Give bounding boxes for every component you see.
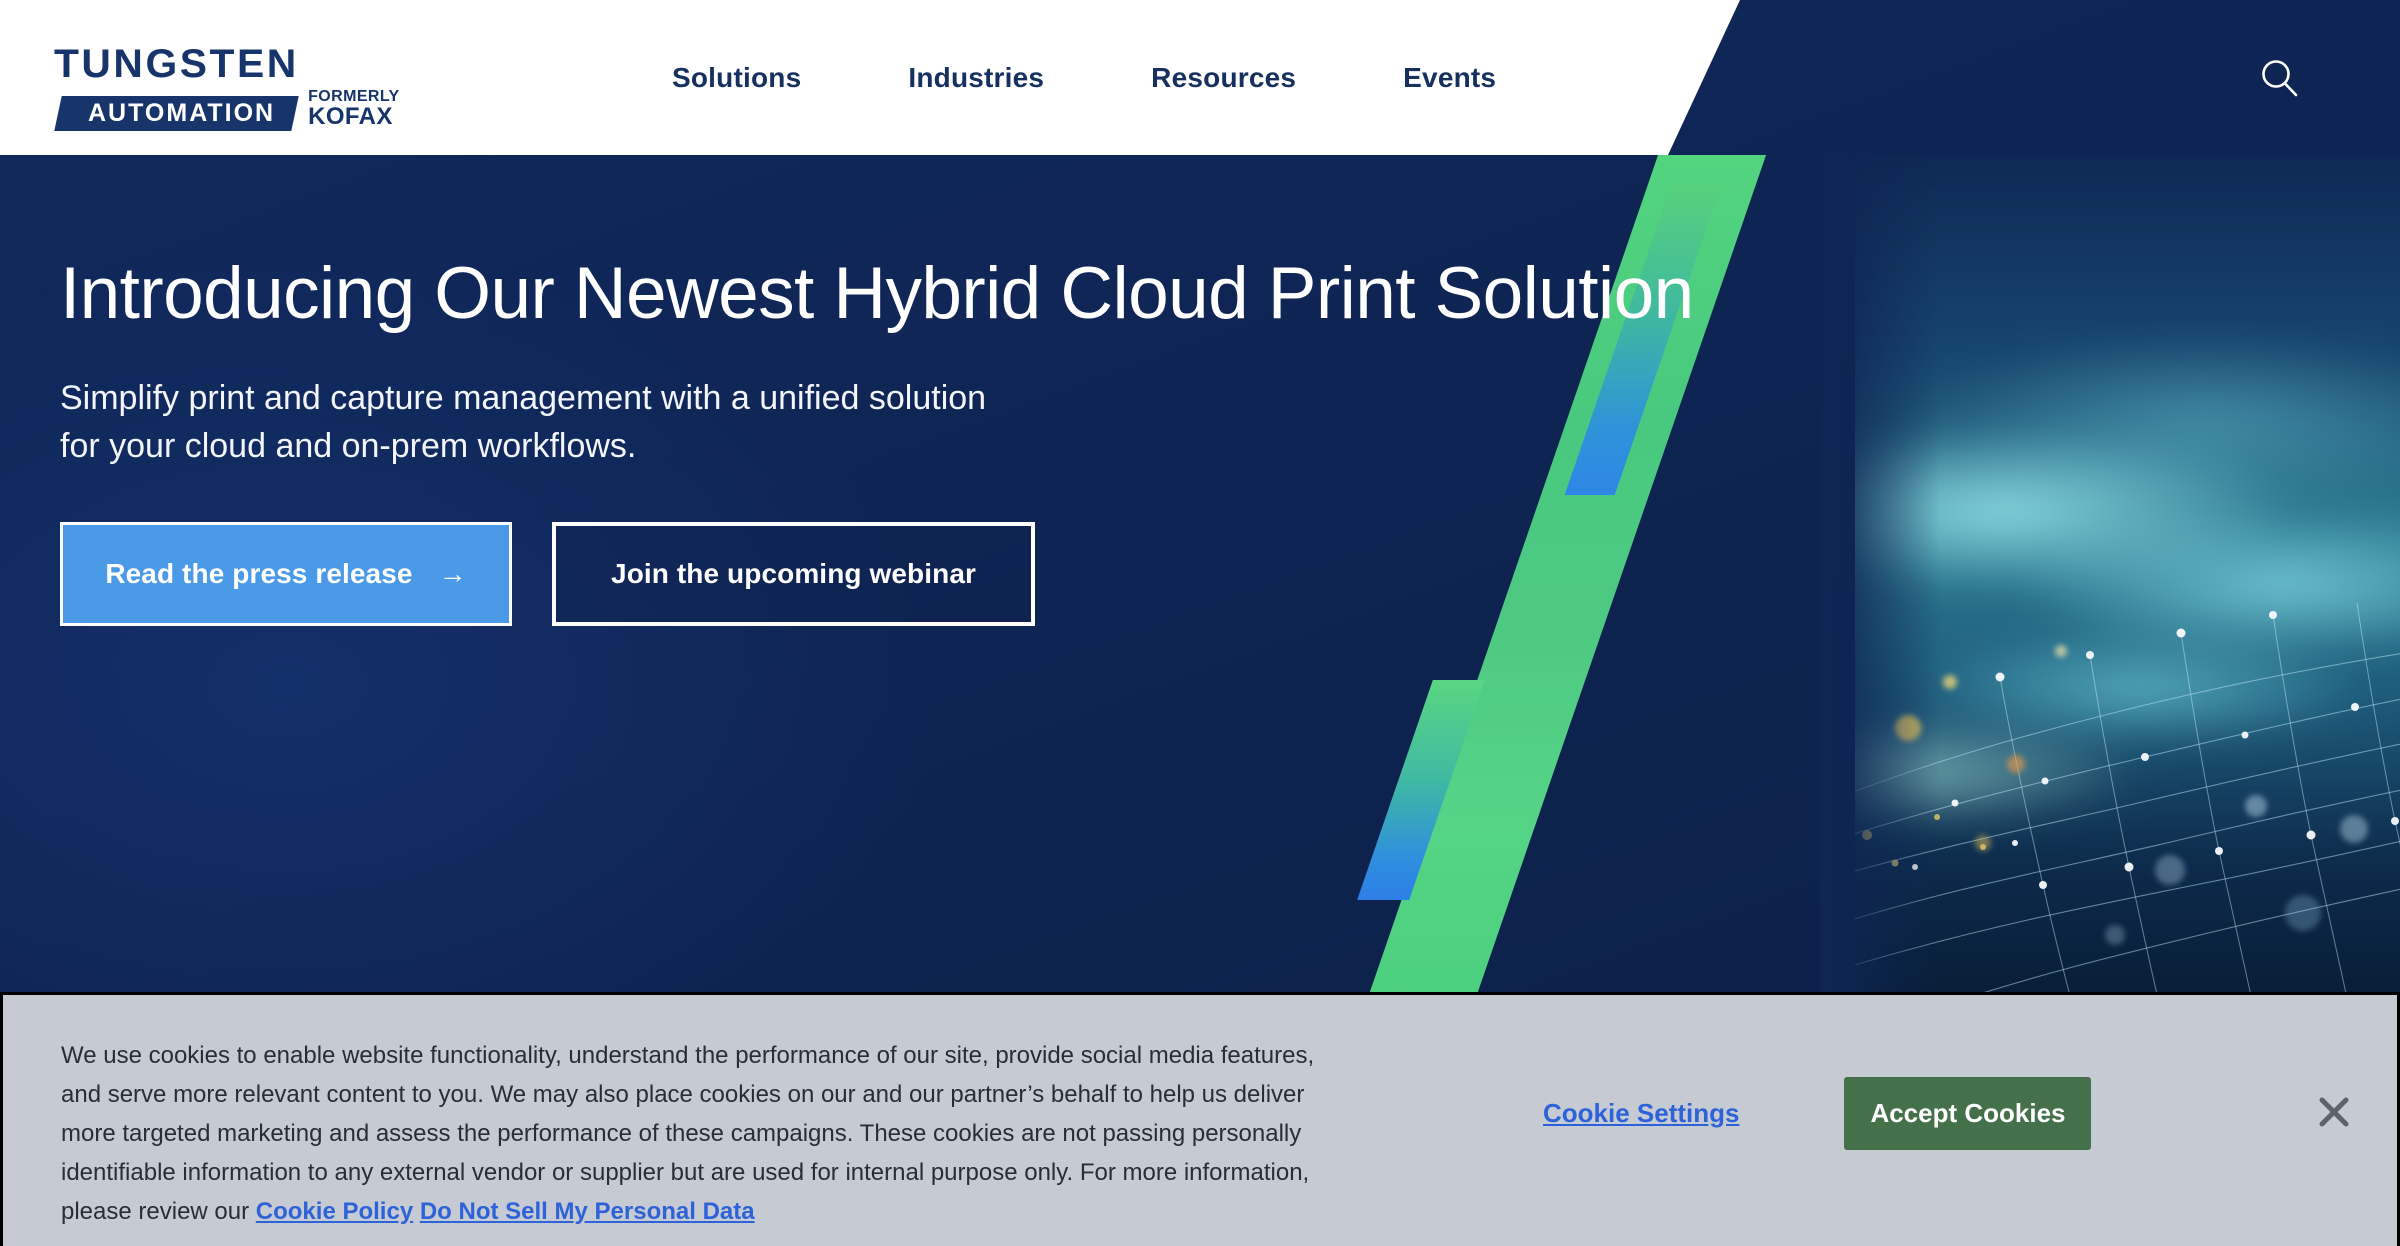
logo-automation-text: AUTOMATION <box>88 98 276 127</box>
accept-cookies-button[interactable]: Accept Cookies <box>1844 1077 2092 1150</box>
read-press-release-button[interactable]: Read the press release → <box>60 522 512 627</box>
search-icon <box>2262 60 2298 97</box>
arrow-right-icon: → <box>438 558 467 590</box>
cookie-policy-link[interactable]: Cookie Policy <box>256 1198 413 1225</box>
close-icon <box>2319 1097 2349 1127</box>
nav-item-resources[interactable]: Resources <box>1151 62 1296 94</box>
cookie-text-line5: please review our Cookie Policy Do Not S… <box>61 1193 1436 1232</box>
image-blend-overlay <box>1820 155 1940 1015</box>
logo-kofax-label: KOFAX <box>308 103 393 131</box>
hero-cta-row: Read the press release → Join the upcomi… <box>60 522 1360 627</box>
page-root: TUNGSTEN AUTOMATION FORMERLY KOFAX Solut… <box>0 0 2400 1246</box>
hero-headline: Introducing Our Newest Hybrid Cloud Prin… <box>60 253 1694 334</box>
cookie-banner-actions: Cookie Settings Accept Cookies <box>1543 1077 2092 1150</box>
read-press-release-label: Read the press release <box>105 558 413 590</box>
nav-item-industries[interactable]: Industries <box>908 62 1044 94</box>
nav-item-solutions[interactable]: Solutions <box>672 62 801 94</box>
logo-wordmark: TUNGSTEN <box>53 42 299 86</box>
cookie-consent-banner: We use cookies to enable website functio… <box>0 992 2400 1246</box>
hero-subheadline-line1: Simplify print and capture management wi… <box>60 378 987 417</box>
hero-subheadline-line2: for your cloud and on-prem workflows. <box>60 427 637 466</box>
brand-logo[interactable]: TUNGSTEN AUTOMATION FORMERLY KOFAX <box>54 44 463 131</box>
hero-subheadline: Simplify print and capture management wi… <box>60 374 1360 471</box>
hero-content: Introducing Our Newest Hybrid Cloud Prin… <box>60 253 1694 627</box>
cookie-settings-link[interactable]: Cookie Settings <box>1543 1098 1739 1129</box>
site-header: TUNGSTEN AUTOMATION FORMERLY KOFAX Solut… <box>0 0 2400 155</box>
search-button[interactable] <box>2257 56 2303 102</box>
cookie-text-line3: more targeted marketing and assess the p… <box>61 1119 1302 1147</box>
cookie-text-line5-prefix: please review our <box>61 1197 250 1225</box>
cookie-text-line2: and serve more relevant content to you. … <box>61 1080 1305 1108</box>
main-navigation: Solutions Industries Resources Events <box>672 0 1496 155</box>
logo-automation-badge: AUTOMATION <box>54 95 299 131</box>
cookie-text-line4: identifiable information to any external… <box>61 1158 1310 1186</box>
do-not-sell-link[interactable]: Do Not Sell My Personal Data <box>420 1198 755 1225</box>
logo-formerly-kofax: FORMERLY KOFAX <box>308 88 400 131</box>
close-cookie-banner-button[interactable] <box>2313 1091 2355 1133</box>
cookie-text-line1: We use cookies to enable website functio… <box>61 1042 1315 1069</box>
join-webinar-button[interactable]: Join the upcoming webinar <box>552 522 1035 627</box>
cookie-banner-text: We use cookies to enable website functio… <box>61 1037 1436 1231</box>
nav-item-events[interactable]: Events <box>1403 62 1496 94</box>
join-webinar-label: Join the upcoming webinar <box>611 558 976 590</box>
